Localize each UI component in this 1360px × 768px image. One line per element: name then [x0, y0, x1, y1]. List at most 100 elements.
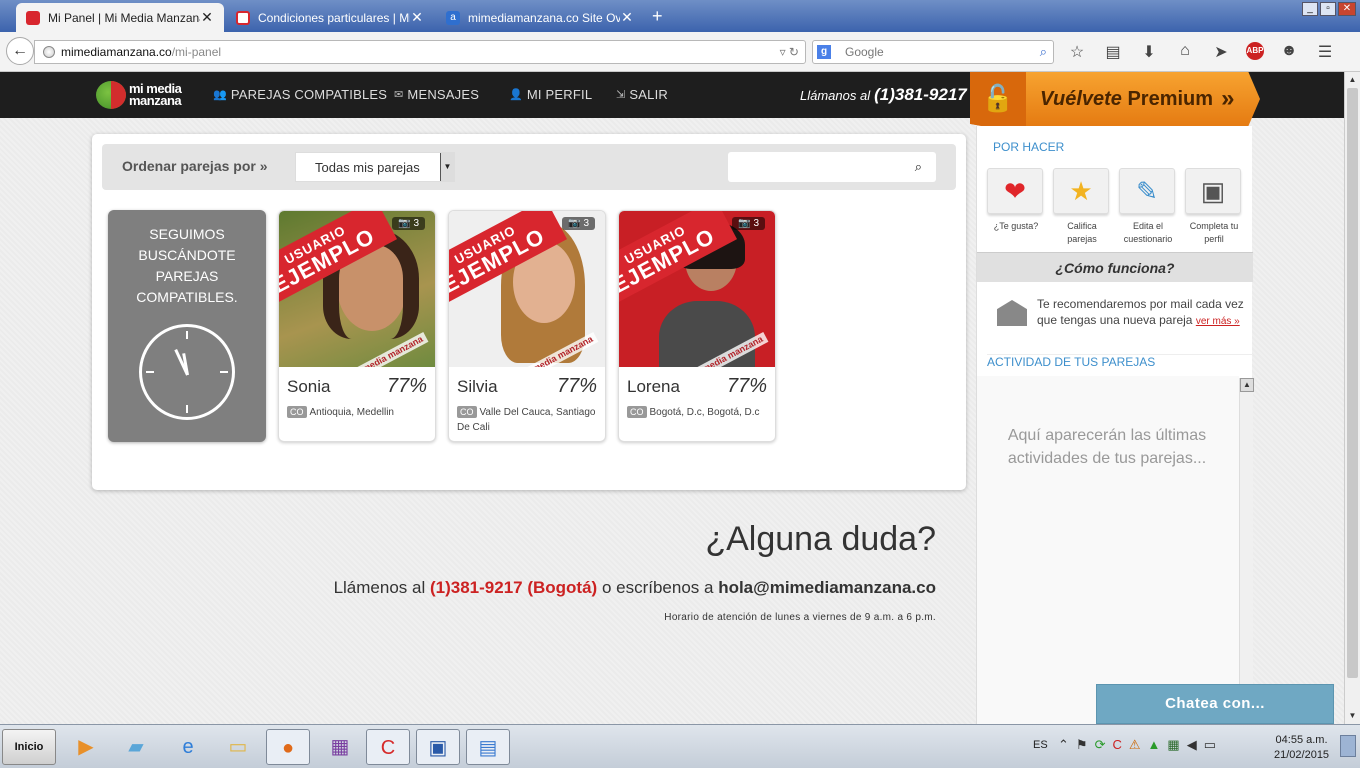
scroll-up-icon[interactable]: ▲ [1240, 378, 1254, 392]
folder-icon[interactable]: ▭ [216, 729, 260, 765]
minimize-button[interactable]: _ [1302, 2, 1318, 16]
bookmarks-list-icon[interactable]: ▤ [1102, 42, 1124, 62]
address-bar[interactable]: mimediamanzana.co/mi-panel ▿ ↻ [34, 40, 806, 64]
scroll-up-icon[interactable]: ▲ [1345, 72, 1360, 88]
close-window-button[interactable]: ✕ [1338, 2, 1356, 16]
tab-site-overview[interactable]: a mimediamanzana.co Site Ove... ✕ [436, 3, 644, 32]
warning-icon[interactable]: ⚠ [1129, 737, 1141, 753]
close-tab-icon[interactable]: ✕ [410, 9, 424, 26]
nav-salir[interactable]: ⇲ SALIR [616, 87, 668, 102]
clock-date: 21/02/2015 [1274, 749, 1330, 761]
sort-bar: Ordenar parejas por » Todas mis parejas … [102, 144, 956, 190]
chevron-down-icon[interactable]: ▼ [440, 153, 454, 181]
back-button[interactable]: ← [6, 37, 34, 65]
menu-icon[interactable]: ☰ [1314, 42, 1336, 62]
sort-select[interactable]: Todas mis parejas ▼ [295, 152, 455, 182]
todo-like[interactable]: ❤ ¿Te gusta? [987, 168, 1045, 233]
nav-parejas-compatibles[interactable]: 👥 PAREJAS COMPATIBLES [213, 87, 387, 102]
chat-bubble-icon[interactable]: ☻ [1278, 42, 1300, 62]
language-indicator[interactable]: ES [1033, 739, 1048, 751]
close-tab-icon[interactable]: ✕ [200, 9, 214, 26]
todo-edit-questionnaire[interactable]: ✎ Edita el cuestionario [1119, 168, 1177, 246]
sync-icon[interactable]: ⟳ [1095, 737, 1106, 753]
home-icon[interactable]: ⌂ [1174, 42, 1196, 62]
clock-time: 04:55 a.m. [1275, 734, 1328, 746]
display-icon[interactable]: ▭ [1204, 737, 1216, 753]
profile-card-icon: ▣ [1185, 168, 1241, 214]
reload-icon[interactable]: ▿ ↻ [780, 45, 799, 59]
search-icon[interactable]: ⌕ [1040, 44, 1047, 60]
search-icon[interactable]: ⌕ [915, 159, 922, 175]
tab-condiciones[interactable]: Condiciones particulares | Mi ... ✕ [226, 3, 434, 32]
edit-icon: ✎ [1119, 168, 1175, 214]
profile-card-sonia[interactable]: USUARIO EJEMPLO 📷 3 mi media manzana Soni… [278, 210, 436, 442]
maximize-button[interactable]: ▫ [1320, 2, 1336, 16]
downloads-icon[interactable]: ⬇ [1138, 42, 1160, 62]
google-icon[interactable]: g [817, 45, 831, 59]
toolbox-icon[interactable]: ▣ [416, 729, 460, 765]
notebook-icon[interactable]: ▰ [114, 729, 158, 765]
unlock-icon: 🔓 [970, 72, 1026, 126]
premium-upgrade-button[interactable]: 🔓 Vuélvete Premium » [970, 72, 1260, 126]
scroll-down-icon[interactable]: ▼ [1345, 708, 1360, 724]
profile-card-silvia[interactable]: USUARIO EJEMPLO 📷 3 mi media manzana Silv… [448, 210, 606, 442]
users-icon: 👥 [213, 89, 227, 101]
activity-scrollbar[interactable]: ▲ [1239, 378, 1254, 724]
profile-photo[interactable]: USUARIO EJEMPLO 📷 3 mi media manzana [279, 211, 435, 367]
tab-title: Condiciones particulares | Mi ... [258, 10, 410, 25]
scroll-thumb[interactable] [1347, 88, 1358, 678]
internet-explorer-icon[interactable]: e [166, 729, 210, 765]
todo-rate-matches[interactable]: ★ Califica parejas [1053, 168, 1111, 246]
nav-mi-perfil[interactable]: 👤 MI PERFIL [509, 87, 592, 102]
ccleaner-icon[interactable]: C [366, 729, 410, 765]
site-logo[interactable]: mi media manzana [96, 81, 182, 109]
see-more-link[interactable]: ver más » [1196, 316, 1240, 327]
match-percentage: 77% [386, 375, 427, 397]
control-panel-icon[interactable]: ▤ [466, 729, 510, 765]
profile-photo[interactable]: USUARIO EJEMPLO 📷 3 mi media manzana [619, 211, 775, 367]
apps-grid-icon[interactable]: ▦ [318, 729, 362, 765]
browser-toolbar: ← mimediamanzana.co/mi-panel ▿ ↻ g Googl… [0, 32, 1360, 72]
footer-email-link[interactable]: hola@mimediamanzana.co [718, 578, 936, 597]
nav-label: SALIR [629, 87, 668, 102]
globe-icon [43, 46, 55, 58]
close-tab-icon[interactable]: ✕ [620, 9, 634, 26]
country-badge: CO [287, 406, 307, 418]
profile-card-lorena[interactable]: USUARIO EJEMPLO 📷 3 mi media manzana Lore… [618, 210, 776, 442]
page-scrollbar[interactable]: ▲ ▼ [1344, 72, 1360, 724]
show-desktop-button[interactable] [1340, 735, 1356, 757]
match-search-input[interactable]: ⌕ [728, 152, 936, 182]
share-icon[interactable]: ➤ [1210, 42, 1232, 62]
ccleaner-tray-icon[interactable]: C [1112, 737, 1121, 753]
call-prefix: Llámenos al [333, 578, 426, 597]
site-favicon-icon [26, 10, 40, 25]
adblock-icon[interactable]: ABP [1246, 42, 1264, 60]
matches-panel: Ordenar parejas por » Todas mis parejas … [92, 134, 966, 490]
apps-tray-icon[interactable]: ▦ [1167, 737, 1179, 753]
profile-name: Sonia [287, 377, 331, 396]
status-message: SEGUIMOS BUSCÁNDOTE PAREJAS COMPATIBLES. [136, 226, 238, 305]
chat-button[interactable]: Chatea con... [1096, 684, 1334, 724]
network-icon[interactable]: ▲ [1148, 737, 1161, 753]
start-button[interactable]: Inicio [2, 729, 56, 765]
office-hours: Horario de atención de lunes a viernes d… [664, 612, 936, 623]
bookmark-star-icon[interactable]: ☆ [1066, 42, 1088, 62]
tab-mi-panel[interactable]: Mi Panel | Mi Media Manzana ... ✕ [16, 3, 224, 32]
new-tab-button[interactable]: + [652, 7, 663, 25]
media-player-icon[interactable]: ▶ [64, 729, 108, 765]
profile-photo[interactable]: USUARIO EJEMPLO 📷 3 mi media manzana [449, 211, 605, 367]
photo-count-badge: 📷 3 [562, 217, 595, 230]
todo-complete-profile[interactable]: ▣ Completa tu perfil [1185, 168, 1243, 246]
tray-expand-icon[interactable]: ⌃ [1058, 737, 1069, 753]
nav-mensajes[interactable]: ✉ MENSAJES [394, 87, 479, 102]
footer-phone: (1)381-9217 (Bogotá) [429, 578, 598, 597]
search-engine-box[interactable]: g Google ⌕ [812, 40, 1054, 64]
heart-icon: ❤ [987, 168, 1043, 214]
firefox-icon[interactable]: ● [266, 729, 310, 765]
profile-location: CO Antioquia, Medellin [287, 405, 427, 420]
taskbar-clock[interactable]: 04:55 a.m. 21/02/2015 [1274, 733, 1329, 763]
flag-icon[interactable]: ⚑ [1076, 737, 1088, 753]
searching-status-card: SEGUIMOS BUSCÁNDOTE PAREJAS COMPATIBLES. [108, 210, 266, 442]
nav-label: MENSAJES [407, 87, 480, 102]
volume-icon[interactable]: ◀ [1187, 737, 1197, 753]
